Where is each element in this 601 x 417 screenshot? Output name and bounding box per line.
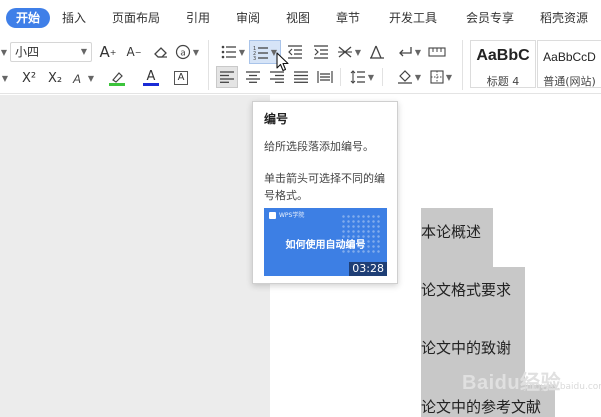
- text-effect-button[interactable]: A ▼: [68, 68, 98, 88]
- text-direction-button[interactable]: [366, 42, 388, 62]
- font-size-value: 小四: [15, 45, 40, 59]
- line-spacing-icon: [350, 70, 365, 84]
- ruler-button[interactable]: [426, 42, 448, 62]
- subscript-button[interactable]: X₂: [44, 68, 66, 88]
- text-effect-icon: A: [72, 72, 81, 85]
- distributed-align-button[interactable]: [314, 67, 336, 87]
- doc-heading[interactable]: 论文格式要求: [421, 279, 511, 300]
- character-border-button[interactable]: A: [172, 68, 190, 88]
- justify-icon: [294, 71, 308, 83]
- video-duration: 03:28: [349, 262, 387, 276]
- ruler-icon: [428, 47, 446, 57]
- mouse-cursor-icon: [276, 52, 289, 72]
- chevron-down-icon: ▼: [80, 47, 87, 56]
- tab-developer[interactable]: 开发工具: [389, 8, 437, 28]
- style-name-label: 标题 4: [486, 75, 520, 88]
- tab-review[interactable]: 审阅: [236, 8, 260, 28]
- increase-indent-button[interactable]: [310, 42, 332, 62]
- font-color-button[interactable]: A: [136, 68, 166, 88]
- tab-page-layout[interactable]: 页面布局: [112, 8, 160, 28]
- svg-text:3: 3: [253, 56, 256, 60]
- phonetic-guide-button[interactable]: a ▼: [174, 42, 200, 62]
- bullet-list-icon: [221, 45, 236, 59]
- tooltip-title: 编号: [264, 112, 289, 126]
- style-name-label: 普通(网站): [543, 75, 596, 88]
- align-right-icon: [270, 71, 284, 83]
- style-normal-web[interactable]: AaBbCcD 普通(网站): [537, 40, 601, 88]
- tooltip-video-thumbnail[interactable]: WPS学院 如何使用自动编号 03:28: [264, 208, 387, 276]
- tab-member[interactable]: 会员专享: [466, 8, 514, 28]
- circled-a-icon: a: [175, 44, 191, 60]
- highlight-color-bar: [109, 82, 125, 86]
- font-size-select[interactable]: 小四 ▼: [10, 42, 92, 62]
- tab-docer-resources[interactable]: 稻壳资源: [540, 8, 588, 28]
- distributed-align-icon: [317, 71, 333, 83]
- line-spacing-button[interactable]: ▼: [346, 67, 378, 87]
- justify-button[interactable]: [290, 67, 312, 87]
- svg-text:a: a: [180, 49, 186, 59]
- video-brand-label: WPS学院: [279, 212, 305, 219]
- line-break-button[interactable]: ▼: [394, 42, 424, 62]
- font-color-glyph: A: [146, 69, 156, 84]
- svg-text:A: A: [72, 72, 81, 85]
- ribbon-separator: [462, 40, 463, 90]
- watermark-subtext: jingyan.baidu.com: [524, 382, 601, 392]
- superscript-button[interactable]: X²: [18, 68, 40, 88]
- bullet-list-button[interactable]: ▼: [218, 42, 248, 62]
- chinese-layout-icon: [337, 46, 352, 58]
- baidu-watermark: Baidu经验 jingyan.baidu.com: [462, 352, 601, 402]
- ribbon-separator: [208, 40, 209, 90]
- shading-button[interactable]: ▼: [394, 67, 424, 87]
- tooltip-description: 给所选段落添加编号。: [264, 140, 374, 153]
- clear-format-button[interactable]: [150, 42, 170, 62]
- ribbon-separator: [382, 68, 383, 86]
- borders-button[interactable]: ▼: [426, 67, 456, 87]
- font-color-bar: [143, 83, 159, 86]
- tab-references[interactable]: 引用: [186, 8, 210, 28]
- tab-view[interactable]: 视图: [286, 8, 310, 28]
- align-center-button[interactable]: [242, 67, 264, 87]
- ribbon-tab-bar: 开始 插入 页面布局 引用 审阅 视图 章节 开发工具 会员专享 稻壳资源: [0, 0, 601, 36]
- grow-font-button[interactable]: A +: [98, 42, 118, 62]
- ribbon-home-panel: 小四 ▼ ▼ A + A − a ▼ ▼ X² X₂ A ▼ A A ▼ 123 ▼: [0, 36, 601, 94]
- highlight-color-button[interactable]: [102, 68, 132, 88]
- wps-logo-icon: [269, 212, 276, 219]
- return-arrow-icon: [399, 47, 412, 57]
- chinese-layout-button[interactable]: ▼: [334, 42, 364, 62]
- style-heading-4[interactable]: AaBbC 标题 4: [470, 40, 536, 88]
- eraser-icon: [153, 46, 167, 58]
- paint-bucket-icon: [397, 70, 412, 84]
- style-sample-text: AaBbC: [476, 47, 530, 64]
- tooltip-hint: 单击箭头可选择不同的编号格式。: [264, 172, 385, 202]
- borders-icon: [430, 70, 444, 84]
- tab-chapter[interactable]: 章节: [336, 8, 360, 28]
- char-border-glyph: A: [174, 71, 188, 85]
- shrink-font-button[interactable]: A −: [124, 42, 144, 62]
- font-name-dropdown-arrow[interactable]: ▼: [0, 42, 8, 62]
- text-direction-icon: [370, 45, 384, 59]
- align-left-icon: [220, 71, 234, 83]
- tab-insert[interactable]: 插入: [62, 8, 86, 28]
- ribbon-separator: [340, 68, 341, 86]
- video-title: 如何使用自动编号: [285, 240, 366, 251]
- highlighter-icon: [112, 71, 123, 83]
- numbering-tooltip: 编号 给所选段落添加编号。 单击箭头可选择不同的编号格式。 WPS学院 如何使用…: [252, 101, 398, 284]
- tab-home[interactable]: 开始: [6, 8, 51, 28]
- numbered-list-icon: 123: [253, 46, 268, 60]
- doc-heading[interactable]: 本论概述: [421, 221, 481, 242]
- align-center-icon: [246, 71, 260, 83]
- strikethrough-dropdown-arrow[interactable]: ▼: [0, 68, 10, 88]
- indent-icon: [314, 45, 328, 59]
- style-sample-text: AaBbCcD: [543, 50, 596, 64]
- align-left-button[interactable]: [216, 66, 238, 88]
